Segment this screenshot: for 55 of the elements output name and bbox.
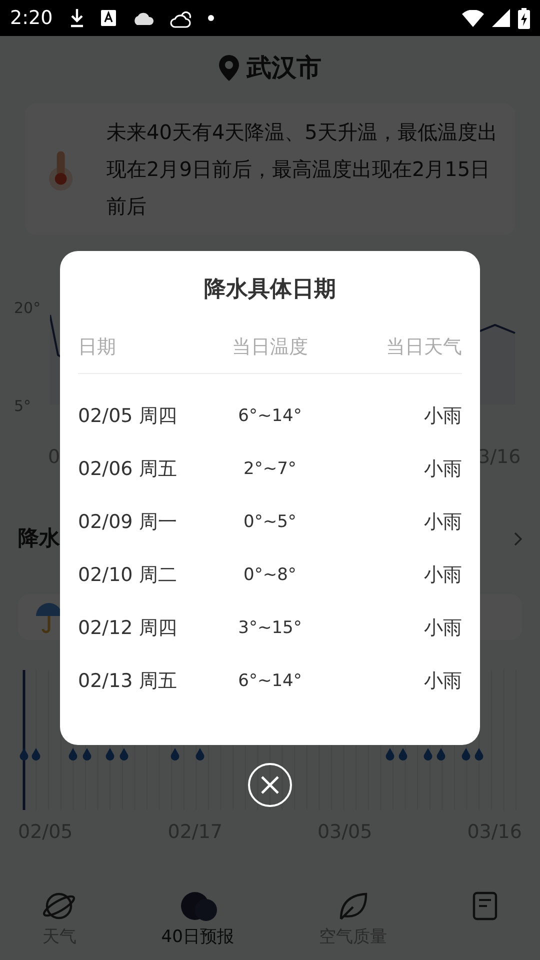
column-header: 日期 [78,335,117,360]
rain-drop-icon [170,748,180,760]
rain-drop-icon [196,748,204,760]
weather-cell-text: 小雨 [423,457,462,482]
app-notification-icon [100,10,116,26]
date-cell-text: 02/13 周五 [78,669,178,694]
rain-drop-icon [20,748,28,760]
section-title: 降水 [18,525,60,552]
column-header: 当日天气 [385,335,462,360]
rain-drop-icon [398,748,408,760]
weather-cell-text: 小雨 [423,669,462,694]
date-cell-text: 02/05 周四 [78,404,178,430]
planet-icon [42,890,76,920]
rain-drop-icon [462,748,470,760]
dialog-title: 降水具体日期 [203,276,337,304]
chevron-right-icon[interactable] [514,532,522,546]
rain-drop-icon [474,748,484,760]
leaf-icon [338,890,368,920]
date-cell-text: 02/09 周一 [78,510,178,536]
column-header: 当日温度 [231,335,309,360]
close-icon [260,775,280,795]
weather-cell-text: 小雨 [423,616,462,642]
download-icon [68,8,85,28]
rain-drop-icon [32,748,40,760]
temperature-cell-text: 6°~14° [237,404,303,428]
rain-drop-icon [68,748,78,760]
summary-text: 未来40天有4天降温、5天升温，最低温度出现在2月9日前后，最高温度出现在2月15日前后 [106,118,498,220]
weather-cell-text: 小雨 [423,563,462,588]
nav-tab[interactable]: 40日预报 [118,890,276,960]
temperature-cell-text: 3°~15° [237,616,303,640]
rain-drop-icon [120,748,128,760]
date-cell-text: 02/10 周二 [78,563,178,588]
battery-icon [518,8,530,28]
rain-drop-icon [386,748,394,760]
status-time: 2:20 [10,6,53,31]
temperature-cell-text: 6°~14° [237,670,303,693]
rain-drop-icon [436,748,446,760]
date-cell-text: 02/12 周四 [78,616,178,642]
document-icon[interactable] [472,890,498,920]
location-pin-icon [218,55,238,81]
signal-icon [492,9,510,27]
temperature-cell-text: 0°~5° [242,510,298,534]
wifi-icon [462,10,484,26]
temperature-cell-text: 0°~8° [242,564,298,587]
rain-drop-icon [82,748,92,760]
cloud-icon [132,11,154,25]
dot-icon [208,15,214,21]
rain-drop-icon [424,748,432,760]
temperature-cell-text: 2°~7° [242,458,298,481]
rain-drop-icon [106,748,114,760]
city-name[interactable]: 武汉市 [246,49,322,87]
close-button[interactable] [248,763,292,807]
weather-cell-text: 小雨 [423,510,462,536]
weather-cell-text: 小雨 [423,404,462,430]
date-cell-text: 02/06 周五 [78,457,178,482]
